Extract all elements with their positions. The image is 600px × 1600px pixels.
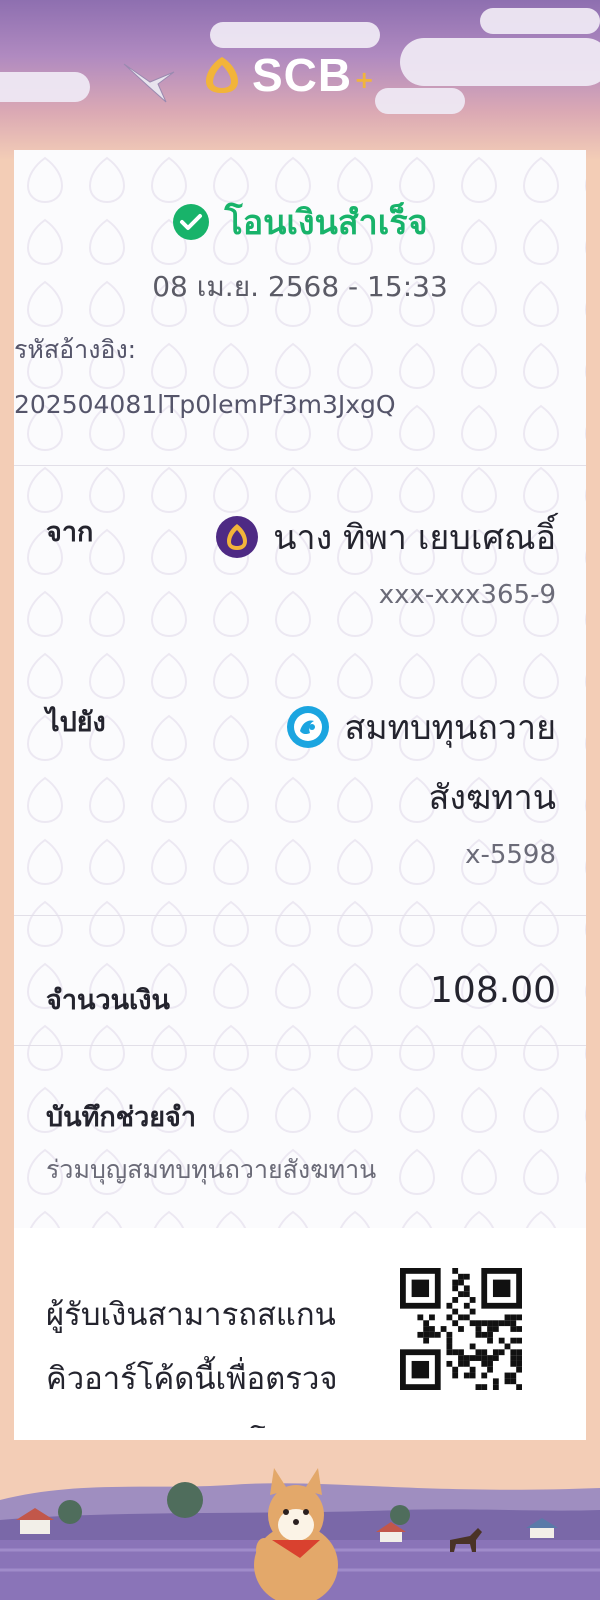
check-circle-icon (173, 204, 210, 240)
qr-code-icon[interactable] (400, 1268, 522, 1390)
status-text: โอนเงินสำเร็จ (224, 203, 428, 243)
amount-value: 108.00 (430, 970, 556, 1011)
amount-label: จำนวนเงิน (46, 985, 170, 1016)
divider (14, 915, 586, 916)
transaction-datetime: 08 เม.ย. 2568 - 15:33 (152, 270, 448, 303)
to-name-row: สมทบทุนถวาย (286, 700, 556, 754)
status-row: โอนเงินสำเร็จ (14, 195, 586, 249)
memo-label: บันทึกช่วยจำ (46, 1102, 197, 1133)
to-name-row-2: สังฆทาน (429, 770, 556, 824)
brand-plus: + (354, 66, 375, 94)
reference-label: รหัสอ้างอิง: (14, 335, 137, 364)
reference-value: 202504081lTp0lemPf3m3JxgQ (14, 390, 396, 419)
lavender-field-scene (0, 1440, 600, 1600)
from-label: จาก (46, 517, 94, 548)
from-account: xxx-xxx365-9 (378, 580, 556, 610)
divider (14, 465, 586, 466)
qr-section: ผู้รับเงินสามารถสแกนคิวอาร์โค้ดนี้เพื่อต… (14, 1228, 586, 1450)
memo-value: ร่วมบุญสมทบทุนถวายสังฆทาน (46, 1155, 377, 1184)
bird-icon (123, 63, 175, 103)
ktb-bank-icon (287, 706, 330, 748)
brand-name: SCB (252, 49, 353, 101)
from-name: นาง ทิพา เยบเศณอิ์ (273, 518, 556, 558)
to-name-line1: สมทบทุนถวาย (344, 708, 556, 748)
scb-mark-icon (206, 57, 238, 93)
to-name-line2: สังฆทาน (428, 778, 556, 818)
from-name-row: นาง ทิพา เยบเศณอิ์ (215, 510, 556, 564)
scb-bank-icon (216, 516, 259, 558)
divider (14, 1045, 586, 1046)
to-account: x-5598 (465, 840, 556, 870)
scb-logo: SCB + (200, 49, 375, 101)
qr-instruction: ผู้รับเงินสามารถสแกนคิวอาร์โค้ดนี้เพื่อต… (46, 1297, 338, 1428)
receipt-card: โอนเงินสำเร็จ 08 เม.ย. 2568 - 15:33 รหัส… (14, 150, 586, 1450)
to-label: ไปยัง (46, 707, 106, 738)
